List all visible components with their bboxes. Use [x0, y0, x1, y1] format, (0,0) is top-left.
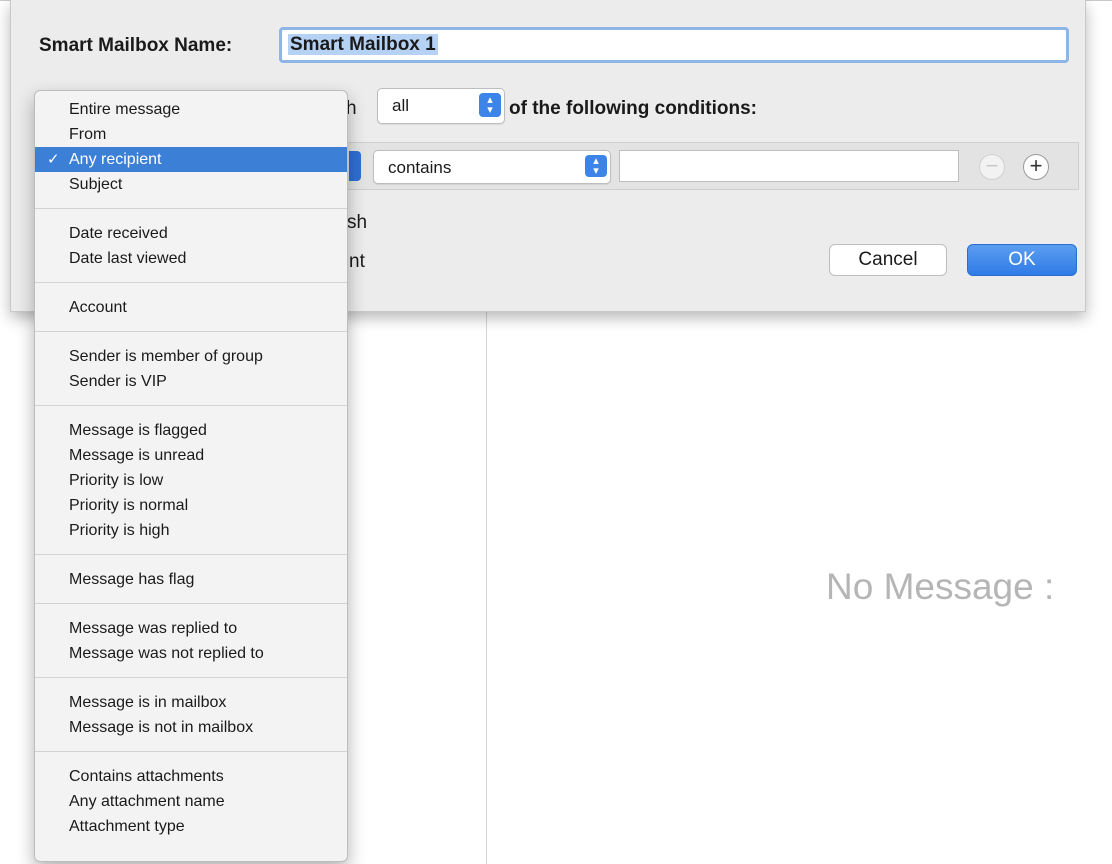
- menu-item-contains-attachments[interactable]: Contains attachments: [35, 764, 347, 789]
- menu-item-label: Message is unread: [69, 447, 205, 464]
- sent-option-fragment: nt: [349, 251, 365, 272]
- following-conditions-label: of the following conditions:: [509, 98, 758, 119]
- smart-mailbox-name-field[interactable]: Smart Mailbox 1: [279, 27, 1069, 63]
- menu-item-label: Priority is high: [69, 522, 170, 539]
- menu-item-priority-is-low[interactable]: Priority is low: [35, 468, 347, 493]
- match-mode-popup[interactable]: all ▴ ▾: [377, 88, 505, 124]
- menu-item-label: Message is not in mailbox: [69, 719, 254, 736]
- menu-item-label: Attachment type: [69, 818, 185, 835]
- menu-item-message-is-in-mailbox[interactable]: Message is in mailbox: [35, 690, 347, 715]
- menu-item-label: Entire message: [69, 101, 181, 118]
- menu-item-message-is-not-in-mailbox[interactable]: Message is not in mailbox: [35, 715, 347, 740]
- menu-item-attachment-type[interactable]: Attachment type: [35, 814, 347, 839]
- menu-separator: [35, 677, 347, 678]
- menu-item-label: Priority is normal: [69, 497, 189, 514]
- menu-item-sender-is-vip[interactable]: Sender is VIP: [35, 369, 347, 394]
- menu-item-message-has-flag[interactable]: Message has flag: [35, 567, 347, 592]
- menu-separator: [35, 282, 347, 283]
- menu-item-message-was-not-replied-to[interactable]: Message was not replied to: [35, 641, 347, 666]
- menu-item-label: Message has flag: [69, 571, 195, 588]
- ok-button[interactable]: OK: [967, 244, 1077, 276]
- menu-item-from[interactable]: From: [35, 122, 347, 147]
- name-field-value: Smart Mailbox 1: [288, 34, 438, 55]
- menu-item-label: Message was replied to: [69, 620, 238, 637]
- menu-item-label: Priority is low: [69, 472, 164, 489]
- menu-separator: [35, 751, 347, 752]
- menu-item-label: Subject: [69, 176, 123, 193]
- menu-item-label: Date last viewed: [69, 250, 187, 267]
- menu-separator: [35, 331, 347, 332]
- menu-item-any-attachment-name[interactable]: Any attachment name: [35, 789, 347, 814]
- no-message-placeholder: No Message :: [826, 566, 1055, 607]
- menu-separator: [35, 603, 347, 604]
- menu-separator: [35, 554, 347, 555]
- menu-item-account[interactable]: Account: [35, 295, 347, 320]
- menu-item-label: Date received: [69, 225, 168, 242]
- menu-item-date-last-viewed[interactable]: Date last viewed: [35, 246, 347, 271]
- smart-mailbox-name-label: Smart Mailbox Name:: [39, 35, 233, 56]
- menu-item-label: Message was not replied to: [69, 645, 264, 662]
- popup-arrows-icon: ▴ ▾: [585, 155, 607, 177]
- menu-item-label: From: [69, 126, 107, 143]
- condition-value-field[interactable]: [619, 150, 959, 182]
- menu-separator: [35, 405, 347, 406]
- menu-item-label: Message is flagged: [69, 422, 207, 439]
- menu-item-label: Message is in mailbox: [69, 694, 227, 711]
- menu-item-label: Account: [69, 299, 127, 316]
- menu-item-date-received[interactable]: Date received: [35, 221, 347, 246]
- menu-item-any-recipient[interactable]: ✓ Any recipient: [35, 147, 347, 172]
- menu-item-label: Any attachment name: [69, 793, 225, 810]
- remove-condition-button[interactable]: −: [979, 154, 1005, 180]
- menu-item-label: Any recipient: [69, 151, 162, 168]
- menu-item-label: Contains attachments: [69, 768, 224, 785]
- menu-item-label: Sender is VIP: [69, 373, 167, 390]
- menu-item-priority-is-high[interactable]: Priority is high: [35, 518, 347, 543]
- condition-operator-value: contains: [388, 158, 452, 177]
- menu-item-message-is-flagged[interactable]: Message is flagged: [35, 418, 347, 443]
- condition-field-menu: Entire message From ✓ Any recipient Subject D…: [34, 90, 348, 862]
- checkmark-icon: ✓: [47, 151, 60, 168]
- menu-item-label: Sender is member of group: [69, 348, 263, 365]
- menu-item-priority-is-normal[interactable]: Priority is normal: [35, 493, 347, 518]
- cancel-button[interactable]: Cancel: [829, 244, 947, 276]
- popup-arrows-icon: ▴ ▾: [479, 93, 501, 117]
- menu-separator: [35, 208, 347, 209]
- condition-field-popup-edge[interactable]: [349, 151, 361, 181]
- menu-item-sender-is-member-of-group[interactable]: Sender is member of group: [35, 344, 347, 369]
- condition-operator-popup[interactable]: contains ▴ ▾: [373, 150, 611, 184]
- menu-item-entire-message[interactable]: Entire message: [35, 97, 347, 122]
- add-condition-button[interactable]: +: [1023, 154, 1049, 180]
- menu-item-message-is-unread[interactable]: Message is unread: [35, 443, 347, 468]
- menu-item-message-was-replied-to[interactable]: Message was replied to: [35, 616, 347, 641]
- match-mode-value: all: [392, 96, 410, 115]
- menu-item-subject[interactable]: Subject: [35, 172, 347, 197]
- trash-option-fragment: sh: [347, 212, 368, 233]
- pane-divider: [486, 300, 487, 864]
